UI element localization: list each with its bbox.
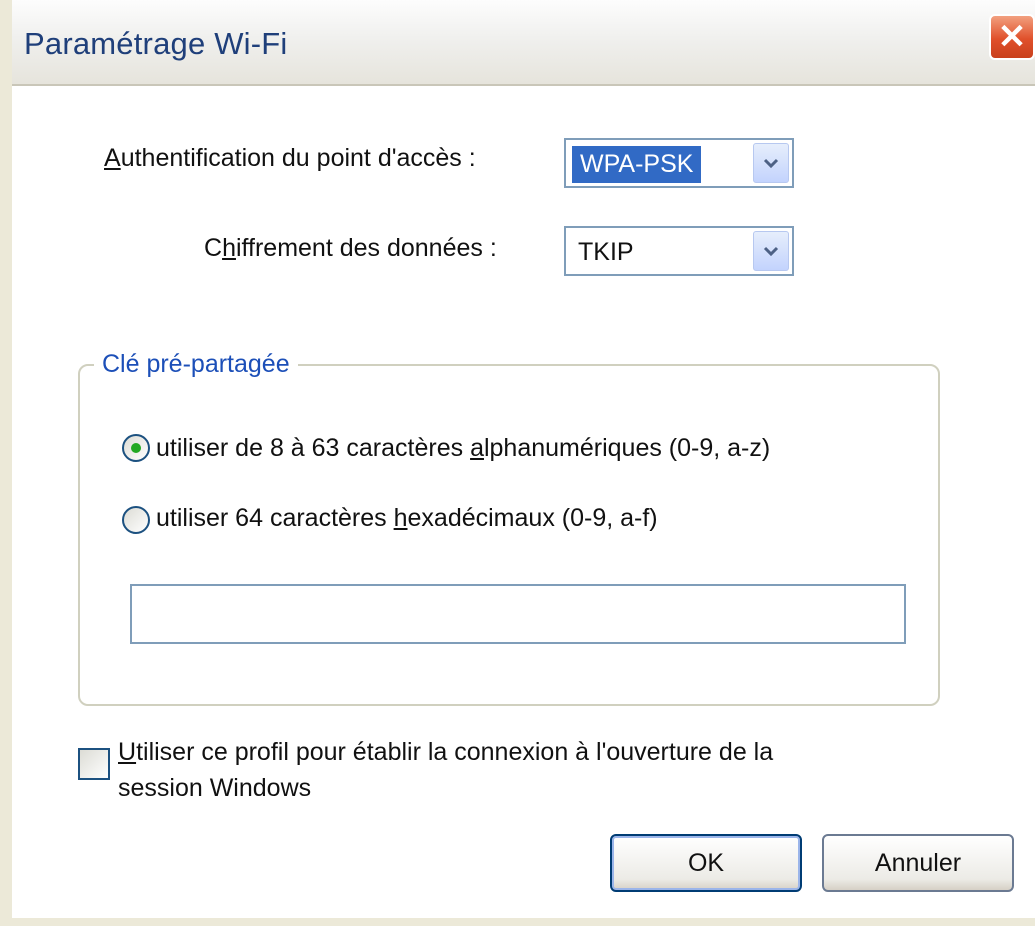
psk-groupbox [78,364,940,706]
dialog-window: Paramétrage Wi-Fi ✕ Authentification du … [0,0,1035,926]
radio-dot [131,443,141,453]
encryption-label-text: iffrement des données : [235,234,497,262]
logon-line2: session Windows [118,774,312,802]
logon-checkbox[interactable] [78,748,110,780]
radio-hexadecimal-label[interactable]: utiliser 64 caractères hexadécimaux (0-9… [156,504,658,533]
opt2-pre: utiliser 64 caractères [156,504,394,532]
chevron-down-icon[interactable] [753,143,789,183]
close-button[interactable]: ✕ [989,14,1035,60]
encryption-label-pre: C [204,234,223,262]
auth-label-mnemonic: A [104,144,121,172]
logon-mnemonic: U [118,738,137,766]
window-frame-left [0,0,12,926]
encryption-label-mnemonic: h [222,234,236,262]
logon-line1: tiliser ce profil pour établir la connex… [136,738,774,766]
encryption-label: Chiffrement des données : [204,234,497,263]
title-bar[interactable]: Paramétrage Wi-Fi ✕ [0,0,1035,86]
window-frame-bottom [0,918,1035,926]
auth-select[interactable]: WPA-PSK [564,138,794,188]
encryption-select-value: TKIP [578,238,634,266]
opt2-mnemonic: h [393,504,408,532]
radio-alphanumeric[interactable] [122,434,150,462]
logon-checkbox-label[interactable]: Utiliser ce profil pour établir la conne… [118,734,773,806]
opt1-pre: utiliser de 8 à 63 caractères [156,434,471,462]
encryption-select[interactable]: TKIP [564,226,794,276]
cancel-button[interactable]: Annuler [822,834,1014,892]
psk-group-legend: Clé pré-partagée [94,350,298,379]
auth-select-value: WPA-PSK [572,146,702,183]
radio-hexadecimal[interactable] [122,506,150,534]
auth-label-text: uthentification du point d'accès : [120,144,476,172]
radio-alphanumeric-label[interactable]: utiliser de 8 à 63 caractères alphanumér… [156,434,770,463]
ok-button[interactable]: OK [610,834,802,892]
window-title: Paramétrage Wi-Fi [24,26,288,61]
auth-label: Authentification du point d'accès : [104,144,476,173]
chevron-down-icon[interactable] [753,231,789,271]
psk-key-input[interactable] [130,584,906,644]
opt2-rest: exadécimaux (0-9, a-f) [407,504,658,532]
opt1-rest: lphanumériques (0-9, a-z) [483,434,771,462]
opt1-mnemonic: a [470,434,484,462]
close-icon: ✕ [997,18,1027,56]
